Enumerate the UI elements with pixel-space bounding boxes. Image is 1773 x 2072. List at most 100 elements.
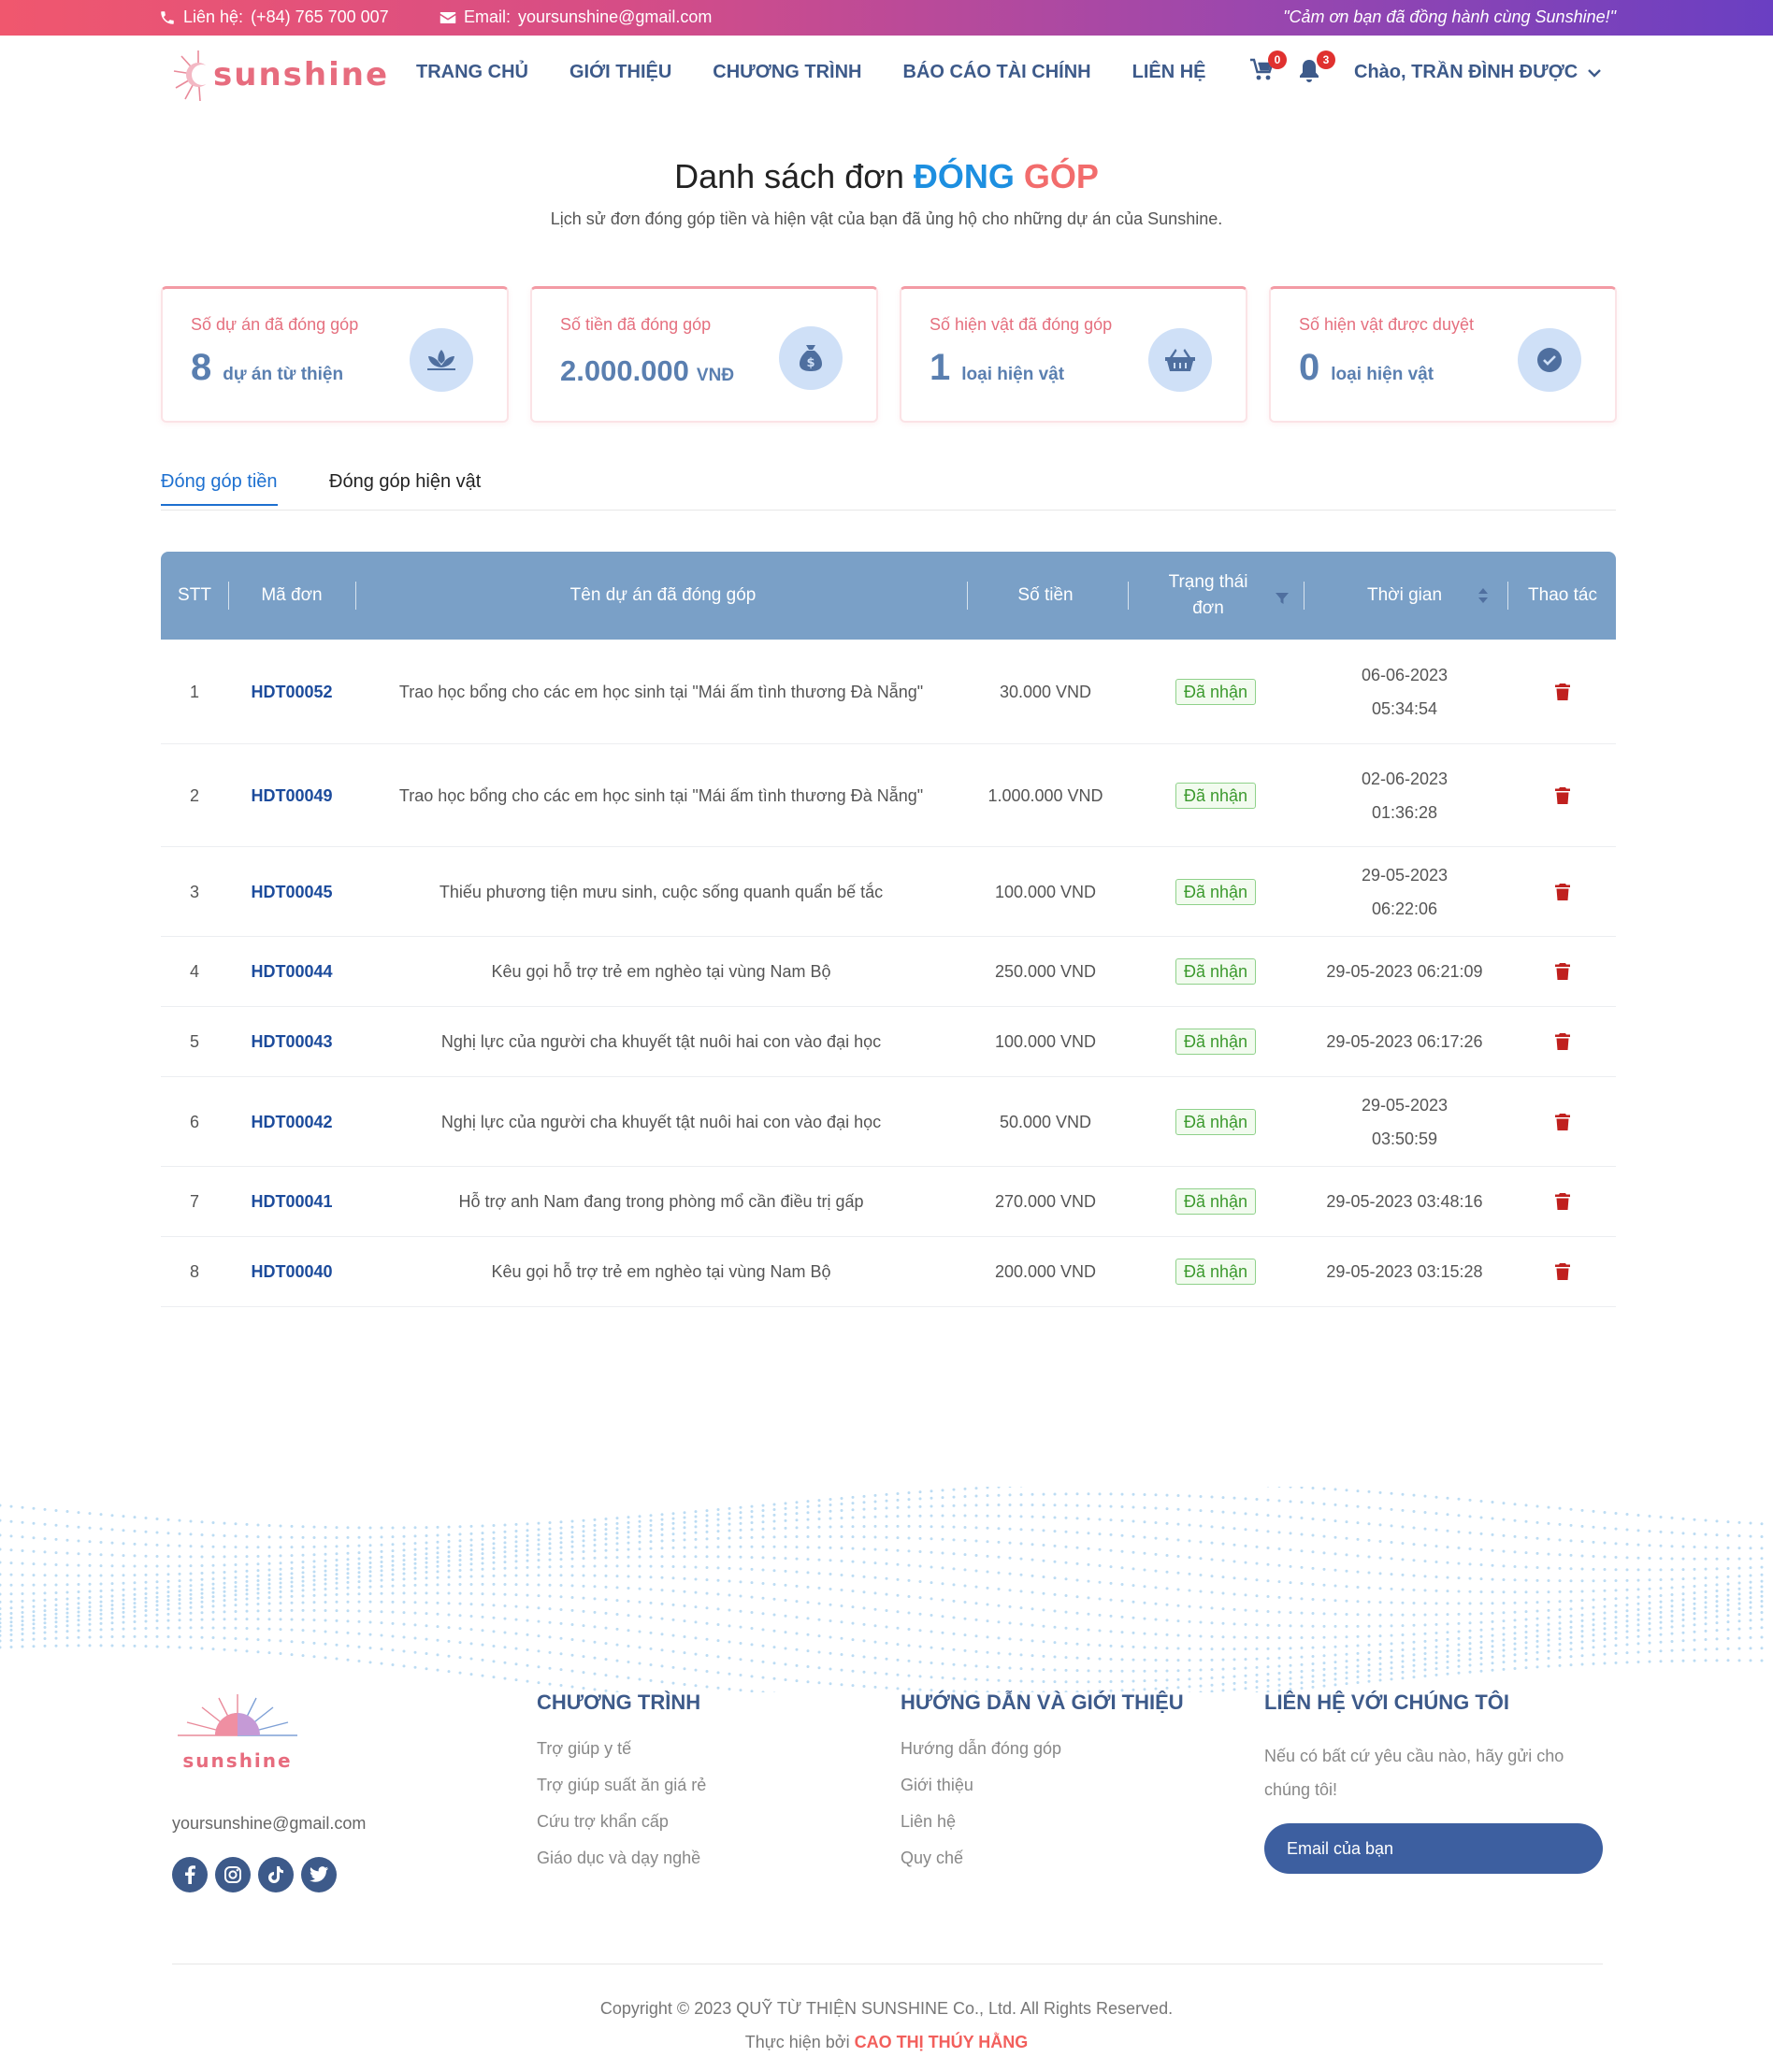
sun-logo-icon: sunshine (178, 1694, 297, 1772)
row-project-name-cell: Nghị lực của người cha khuyết tật nuôi h… (376, 1007, 946, 1076)
credit-label: Thực hiện bởi (744, 2033, 850, 2051)
main-header: sunshine TRANG CHỦ GIỚI THIỆU CHƯƠNG TRÌ… (0, 36, 1773, 114)
contribution-table: STT Mã đơn Tên dự án đã đóng góp Số tiền… (161, 552, 1616, 1307)
footer-link[interactable]: Liên hệ (901, 1812, 1184, 1832)
footer-link[interactable]: Trợ giúp suất ăn giá rẻ (537, 1776, 706, 1795)
facebook-icon[interactable] (172, 1857, 208, 1892)
row-project-name: Kêu gọi hỗ trợ trẻ em nghèo tại vùng Nam… (491, 962, 831, 981)
basket-icon (1148, 328, 1212, 392)
nav-home[interactable]: TRANG CHỦ (416, 62, 528, 83)
trash-icon[interactable] (1555, 1193, 1570, 1210)
nav-financial-report[interactable]: BÁO CÁO TÀI CHÍNH (903, 62, 1091, 83)
stat-title: Số hiện vật được duyệt (1299, 315, 1474, 334)
check-circle-icon (1518, 328, 1581, 392)
instagram-icon[interactable] (215, 1857, 251, 1892)
row-amount: 270.000 VND (994, 1192, 1097, 1211)
trash-icon[interactable] (1555, 683, 1570, 700)
row-actions-cell (1509, 1077, 1616, 1166)
stat-value-wrap: 2.000.000 VNĐ (560, 354, 734, 388)
footer-link[interactable]: Quy chế (901, 1849, 1184, 1868)
nav-contact[interactable]: LIÊN HỆ (1132, 62, 1206, 83)
phone-icon (161, 10, 174, 24)
nav-programs[interactable]: CHƯƠNG TRÌNH (713, 62, 861, 83)
footer-link[interactable]: Trợ giúp y tế (537, 1739, 706, 1759)
contact-email[interactable]: Email: yoursunshine@gmail.com (440, 7, 712, 27)
row-time-cell: 29-05-2023 06:22:06 (1304, 847, 1506, 936)
tiktok-icon[interactable] (258, 1857, 294, 1892)
top-bar: Liên hệ: (+84) 765 700 007 Email: yoursu… (0, 0, 1773, 36)
stat-unit: loại hiện vật (961, 365, 1065, 384)
row-order-code[interactable]: HDT00049 (251, 779, 332, 813)
twitter-icon[interactable] (301, 1857, 337, 1892)
row-stt-cell: 3 (161, 847, 228, 936)
col-time: Thời gian (1366, 585, 1443, 605)
table-row: 1 HDT00052 Trao học bổng cho các em học si… (161, 640, 1616, 744)
sort-icon[interactable] (1478, 587, 1489, 610)
stat-value: 8 (191, 347, 212, 388)
user-menu[interactable]: Chào, TRẦN ĐÌNH ĐƯỢC (1354, 62, 1602, 83)
row-status-cell: Đã nhận (1128, 640, 1304, 743)
row-order-code[interactable]: HDT00043 (251, 1025, 332, 1058)
credit-author: CAO THỊ THÚY HẰNG (854, 2033, 1029, 2051)
trash-icon[interactable] (1555, 1263, 1570, 1280)
row-order-code[interactable]: HDT00045 (251, 875, 332, 909)
tab-items[interactable]: Đóng góp hiện vật (329, 471, 481, 504)
trash-icon[interactable] (1555, 1113, 1570, 1130)
stat-card-money: Số tiền đã đóng góp 2.000.000 VNĐ $ (530, 286, 878, 423)
trash-icon[interactable] (1555, 1033, 1570, 1050)
row-time-cell: 02-06-2023 01:36:28 (1304, 744, 1506, 846)
row-amount: 200.000 VND (994, 1262, 1097, 1281)
row-actions-cell (1509, 744, 1616, 846)
row-stt: 1 (189, 682, 199, 701)
page-title-part2: ĐÓNG (913, 157, 1015, 195)
row-order-code[interactable]: HDT00052 (251, 675, 332, 709)
row-project-name-cell: Hỗ trợ anh Nam đang trong phòng mổ cần đ… (376, 1167, 946, 1236)
row-status: Đã nhận (1175, 958, 1257, 985)
filter-icon[interactable] (1276, 589, 1289, 610)
footer-email[interactable]: yoursunshine@gmail.com (172, 1814, 366, 1834)
footer-link[interactable]: Hướng dẫn đóng góp (901, 1739, 1184, 1759)
row-order-code[interactable]: HDT00042 (251, 1105, 332, 1139)
footer-logo[interactable]: sunshine (172, 1691, 303, 1781)
row-status-cell: Đã nhận (1128, 1007, 1304, 1076)
footer-link[interactable]: Cứu trợ khẩn cấp (537, 1812, 706, 1832)
tab-money[interactable]: Đóng góp tiền (161, 471, 278, 506)
table-row: 8 HDT00040 Kêu gọi hỗ trợ trẻ em nghèo tại… (161, 1237, 1616, 1307)
row-amount-cell: 50.000 VND (967, 1077, 1124, 1166)
row-order-code[interactable]: HDT00041 (251, 1185, 332, 1218)
row-project-name-cell: Nghị lực của người cha khuyết tật nuôi h… (376, 1077, 946, 1166)
row-stt: 3 (189, 882, 199, 901)
col-status: Trạng thái đơn (1168, 572, 1248, 618)
footer-link[interactable]: Giáo dục và dạy nghề (537, 1849, 706, 1868)
nav-about[interactable]: GIỚI THIỆU (569, 62, 671, 83)
row-amount-cell: 1.000.000 VND (967, 744, 1124, 846)
row-project-name: Kêu gọi hỗ trợ trẻ em nghèo tại vùng Nam… (491, 1262, 831, 1281)
row-order-code[interactable]: HDT00044 (251, 955, 332, 988)
row-time-cell: 29-05-2023 03:15:28 (1304, 1237, 1506, 1306)
row-amount: 30.000 VND (999, 682, 1092, 701)
row-order-code-cell: HDT00042 (228, 1077, 355, 1166)
trash-icon[interactable] (1555, 786, 1570, 804)
site-logo[interactable]: sunshine (170, 47, 389, 103)
table-row: 2 HDT00049 Trao học bổng cho các em học si… (161, 744, 1616, 847)
sun-logo-icon (173, 50, 212, 102)
footer-col-programs: CHƯƠNG TRÌNH Trợ giúp y tế Trợ giúp suất… (537, 1691, 706, 1885)
stat-title: Số hiện vật đã đóng góp (930, 315, 1113, 334)
cart-button[interactable]: 0 (1249, 50, 1287, 86)
email-address: yoursunshine@gmail.com (518, 7, 713, 26)
footer-link[interactable]: Giới thiệu (901, 1776, 1184, 1795)
notification-button[interactable]: 3 (1298, 50, 1335, 86)
row-stt-cell: 1 (161, 640, 228, 743)
trash-icon[interactable] (1555, 883, 1570, 900)
row-order-code[interactable]: HDT00040 (251, 1255, 332, 1288)
row-stt-cell: 6 (161, 1077, 228, 1166)
newsletter-email-input[interactable]: Email của bạn (1264, 1823, 1603, 1874)
trash-icon[interactable] (1555, 963, 1570, 980)
lotus-icon (410, 328, 473, 392)
row-status-cell: Đã nhận (1128, 937, 1304, 1006)
footer-contact-text: Nếu có bất cứ yêu cầu nào, hãy gửi cho c… (1264, 1747, 1564, 1799)
column-resize-handle[interactable] (355, 582, 356, 610)
row-project-name: Hỗ trợ anh Nam đang trong phòng mổ cần đ… (458, 1192, 864, 1211)
contact-phone[interactable]: Liên hệ: (+84) 765 700 007 (159, 7, 389, 27)
row-status: Đã nhận (1175, 1259, 1257, 1285)
